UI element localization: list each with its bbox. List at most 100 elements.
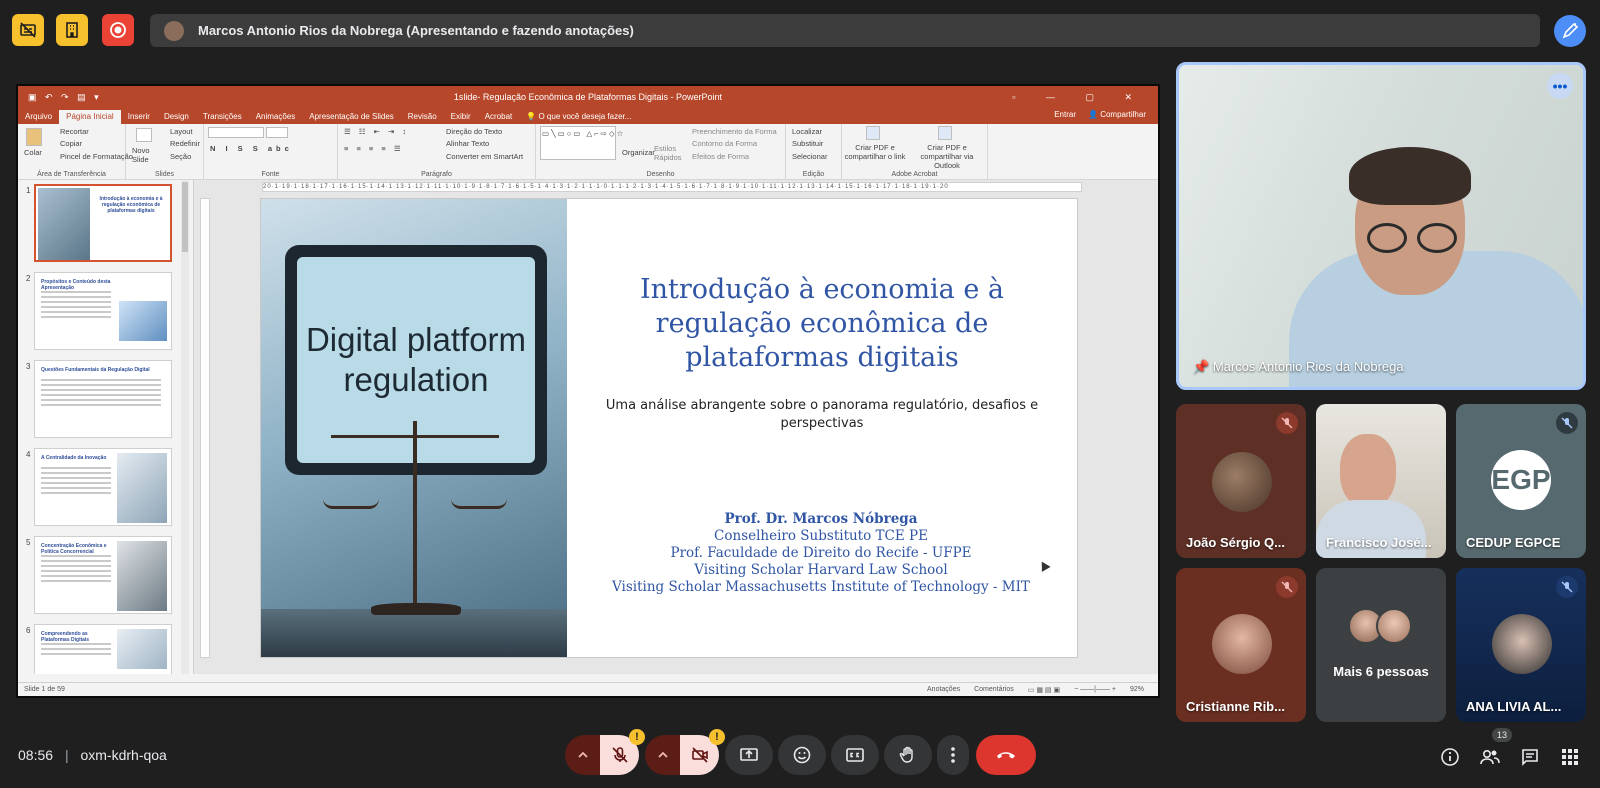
arrange-button[interactable]: Organizar	[622, 148, 655, 157]
shape-effects-button[interactable]: Efeitos de Forma	[692, 152, 749, 161]
tab-apresentacao[interactable]: Apresentação de Slides	[302, 110, 401, 124]
quick-access-icons[interactable]: ▣ ↶ ↷ ▤ ▾	[28, 92, 102, 103]
chat-button[interactable]	[1518, 745, 1542, 769]
thumbnail-scrollbar[interactable]	[181, 180, 189, 674]
replace-button[interactable]: Substituir	[792, 139, 823, 148]
chevron-up-icon	[577, 751, 588, 758]
meeting-details-button[interactable]	[1438, 745, 1462, 769]
tab-arquivo[interactable]: Arquivo	[18, 110, 59, 124]
text-direction-button[interactable]: Direção do Texto	[446, 127, 502, 136]
paste-icon[interactable]	[26, 128, 42, 146]
raise-hand-button[interactable]	[884, 735, 932, 775]
leave-call-button[interactable]	[976, 735, 1036, 775]
thumb-number: 3	[26, 362, 31, 371]
participant-tile[interactable]: João Sérgio Q...	[1176, 404, 1306, 558]
meeting-code[interactable]: oxm-kdrh-qoa	[80, 747, 166, 763]
font-family-dropdown[interactable]	[208, 127, 264, 138]
camera-off-icon	[691, 747, 708, 763]
shared-screen: ▣ ↶ ↷ ▤ ▾ 1slide- Regulação Econômica de…	[16, 84, 1160, 698]
camera-toggle-button[interactable]: !	[680, 729, 725, 775]
participant-tile[interactable]: ANA LIVIA AL...	[1456, 568, 1586, 722]
tab-exibir[interactable]: Exibir	[444, 110, 478, 124]
more-participants-tile[interactable]: Mais 6 pessoas	[1316, 568, 1446, 722]
new-slide-icon[interactable]	[136, 128, 152, 142]
copy-button[interactable]: Copiar	[60, 139, 82, 148]
slide-thumbnail[interactable]: Concentração Econômica e Política Concor…	[34, 536, 172, 614]
cut-button[interactable]: Recortar	[60, 127, 89, 136]
main-speaker-video[interactable]: ••• 📌 Marcos Antonio Rios da Nobrega	[1176, 62, 1586, 390]
participant-tile[interactable]: EGP CEDUP EGPCE	[1456, 404, 1586, 558]
window-controls[interactable]: ▫ — ▢ ✕	[1012, 92, 1146, 103]
no-captions-icon	[20, 22, 36, 38]
tab-inserir[interactable]: Inserir	[121, 110, 157, 124]
select-button[interactable]: Selecionar	[792, 152, 827, 161]
tab-pagina-inicial[interactable]: Página Inicial	[59, 110, 121, 124]
more-options-icon[interactable]: •••	[1547, 73, 1573, 99]
shape-outline-button[interactable]: Contorno da Forma	[692, 139, 757, 148]
share-link[interactable]: 👤 Compartilhar	[1088, 110, 1146, 119]
slide-thumbnail[interactable]: Questões Fundamentais da Regulação Digit…	[34, 360, 172, 438]
present-screen-button[interactable]	[725, 735, 773, 775]
building-icon	[66, 22, 78, 38]
tab-acrobat[interactable]: Acrobat	[478, 110, 520, 124]
font-format-buttons[interactable]: N I S S abc	[210, 144, 293, 153]
tab-transicoes[interactable]: Transições	[196, 110, 249, 124]
slide-thumbnail[interactable]: A Centralidade da Inovação	[34, 448, 172, 526]
mic-toggle-button[interactable]: !	[600, 729, 645, 775]
zoom-slider[interactable]: − ——|—— +	[1074, 686, 1116, 694]
find-button[interactable]: Localizar	[792, 127, 822, 136]
pdf-link-icon[interactable]	[866, 126, 880, 140]
list-buttons[interactable]: ☰ ☷ ⇤ ⇥ ↕	[344, 127, 409, 136]
presenter-banner: Marcos Antonio Rios da Nobrega (Apresent…	[150, 14, 1540, 47]
participant-tile[interactable]: Cristianne Rib...	[1176, 568, 1306, 722]
smartart-button[interactable]: Converter em SmartArt	[446, 152, 523, 161]
slide-thumbnail[interactable]: Compreendendo as Plataformas Digitais	[34, 624, 172, 674]
tab-animacoes[interactable]: Animações	[249, 110, 303, 124]
mic-options-button[interactable]	[565, 735, 601, 775]
tell-me-search[interactable]: 💡 O que você deseja fazer...	[519, 110, 638, 124]
slide-thumbnail[interactable]: Propósitos e Conteúdo desta Apresentação	[34, 272, 172, 350]
recording-button[interactable]	[102, 14, 134, 46]
more-options-button[interactable]	[937, 735, 969, 775]
captions-button[interactable]	[831, 735, 879, 775]
current-slide[interactable]: Digital platform regulation Introdução à…	[260, 198, 1078, 658]
thumb-title: Introdução à economia e à regulação econ…	[99, 196, 163, 214]
people-button[interactable]	[1478, 745, 1502, 769]
tab-design[interactable]: Design	[157, 110, 196, 124]
annotate-button[interactable]	[1554, 15, 1586, 47]
comments-button[interactable]: Comentários	[974, 686, 1014, 694]
zoom-level[interactable]: 92%	[1130, 686, 1144, 694]
slide-thumbnail[interactable]: Introdução à economia e à regulação econ…	[34, 184, 172, 262]
font-size-dropdown[interactable]	[266, 127, 288, 138]
align-buttons[interactable]: ≡ ≡ ≡ ≡ ☰	[344, 144, 404, 153]
tab-revisao[interactable]: Revisão	[401, 110, 444, 124]
pdf-outlook-icon[interactable]	[938, 126, 952, 140]
shape-fill-button[interactable]: Preenchimento da Forma	[692, 127, 777, 136]
slide-title: Introdução à economia e à regulação econ…	[639, 274, 1005, 373]
paste-button[interactable]: Colar	[24, 148, 42, 157]
section-button[interactable]: Seção	[170, 152, 191, 161]
activities-button[interactable]	[1558, 745, 1582, 769]
create-pdf-link-button[interactable]: Criar PDF e compartilhar o link	[844, 143, 906, 161]
reset-button[interactable]: Redefinir	[170, 139, 200, 148]
format-painter-button[interactable]: Pincel de Formatação	[60, 152, 133, 161]
quick-styles-button[interactable]: Estilos Rápidos	[654, 144, 684, 162]
sign-in-link[interactable]: Entrar	[1054, 110, 1076, 119]
slide-thumbnail-pane: 1 Introdução à economia e à regulação ec…	[18, 180, 194, 674]
participant-avatar	[1212, 452, 1272, 512]
camera-options-button[interactable]	[645, 735, 681, 775]
thumb-text-lines	[41, 291, 111, 321]
apps-grid-icon	[1562, 749, 1578, 765]
mic-off-icon	[611, 747, 628, 763]
layout-button[interactable]: Layout	[170, 127, 193, 136]
create-pdf-outlook-button[interactable]: Criar PDF e compartilhar via Outlook	[908, 143, 986, 170]
participant-tile[interactable]: Francisco José...	[1316, 404, 1446, 558]
reactions-button[interactable]	[778, 735, 826, 775]
view-buttons[interactable]: ▭ ▦ ▤ ▣	[1028, 686, 1060, 694]
scrollbar-thumb[interactable]	[182, 182, 188, 252]
notes-button[interactable]: Anotações	[927, 686, 960, 694]
captions-off-button[interactable]	[12, 14, 44, 46]
new-slide-button[interactable]: Novo Slide	[132, 146, 158, 164]
host-controls-button[interactable]	[56, 14, 88, 46]
align-text-button[interactable]: Alinhar Texto	[446, 139, 489, 148]
